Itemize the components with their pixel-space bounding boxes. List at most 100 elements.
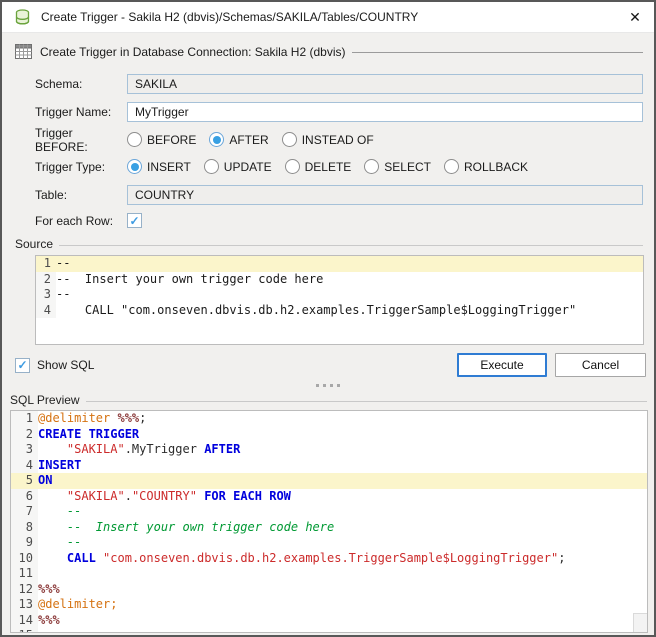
window-title: Create Trigger - Sakila H2 (dbvis)/Schem… [41, 10, 624, 24]
radio-option-update[interactable]: UPDATE [204, 159, 272, 174]
code-text: -- Insert your own trigger code here [56, 272, 643, 288]
radio-option-label: UPDATE [224, 160, 272, 174]
close-icon[interactable]: ✕ [624, 6, 646, 28]
splitter-dot [316, 384, 319, 387]
code-text: -- [56, 256, 643, 272]
show-sql-checkbox[interactable] [15, 358, 30, 373]
line-number: 1 [36, 256, 56, 272]
code-line: 6 "SAKILA"."COUNTRY" FOR EACH ROW [11, 489, 647, 505]
sql-preview-label: SQL Preview [10, 393, 80, 407]
trigger-name-input[interactable]: MyTrigger [127, 102, 643, 122]
code-line: 1@delimiter %%%; [11, 411, 647, 427]
radio-circle-icon [127, 132, 142, 147]
code-line: 2-- Insert your own trigger code here [36, 272, 643, 288]
line-number: 11 [11, 566, 38, 582]
sql-preview-section-header: SQL Preview [10, 393, 647, 407]
code-line: 4 CALL "com.onseven.dbvis.db.h2.examples… [36, 303, 643, 319]
line-number: 15 [11, 628, 38, 633]
code-text: %%% [38, 582, 647, 598]
code-line: 9 -- [11, 535, 647, 551]
code-text: -- [38, 535, 647, 551]
source-editor[interactable]: 1--2-- Insert your own trigger code here… [35, 255, 644, 345]
line-number: 5 [11, 473, 38, 489]
radio-option-label: BEFORE [147, 133, 196, 147]
group-divider-line [352, 52, 643, 53]
show-sql-option[interactable]: Show SQL [15, 358, 94, 373]
code-line: 7 -- [11, 504, 647, 520]
scrollbar-corner[interactable] [633, 613, 647, 632]
radio-option-before[interactable]: BEFORE [127, 132, 196, 147]
trigger-name-label: Trigger Name: [35, 105, 127, 119]
code-line: 5ON [11, 473, 647, 489]
code-text: ON [38, 473, 647, 489]
line-number: 3 [36, 287, 56, 303]
code-text: @delimiter %%%; [38, 411, 647, 427]
line-number: 9 [11, 535, 38, 551]
line-number: 14 [11, 613, 38, 629]
table-label: Table: [35, 188, 127, 202]
table-row: Table: COUNTRY [35, 185, 643, 205]
line-number: 10 [11, 551, 38, 567]
database-icon [14, 9, 32, 26]
code-text [38, 628, 647, 633]
code-line: 3 "SAKILA".MyTrigger AFTER [11, 442, 647, 458]
cancel-button[interactable]: Cancel [555, 353, 646, 377]
connection-group-header: Create Trigger in Database Connection: S… [15, 44, 643, 59]
radio-circle-icon [282, 132, 297, 147]
for-each-row-checkbox[interactable] [127, 213, 142, 228]
table-field: COUNTRY [127, 185, 643, 205]
line-number: 7 [11, 504, 38, 520]
trigger-type-label: Trigger Type: [35, 160, 127, 174]
line-number: 2 [11, 427, 38, 443]
for-each-row-row: For each Row: [35, 213, 643, 228]
radio-circle-icon [209, 132, 224, 147]
source-divider-line [59, 245, 643, 246]
radio-option-label: INSERT [147, 160, 191, 174]
code-line: 12%%% [11, 582, 647, 598]
execute-button[interactable]: Execute [457, 353, 547, 377]
radio-circle-icon [364, 159, 379, 174]
radio-option-label: DELETE [305, 160, 352, 174]
code-line: 3-- [36, 287, 643, 303]
title-bar: Create Trigger - Sakila H2 (dbvis)/Schem… [2, 2, 654, 33]
radio-option-label: SELECT [384, 160, 431, 174]
code-text: CALL "com.onseven.dbvis.db.h2.examples.T… [56, 303, 643, 319]
line-number: 13 [11, 597, 38, 613]
radio-option-insert[interactable]: INSERT [127, 159, 191, 174]
line-number: 6 [11, 489, 38, 505]
code-text: CREATE TRIGGER [38, 427, 647, 443]
line-number: 2 [36, 272, 56, 288]
code-text: -- [38, 504, 647, 520]
trigger-type-radio-group: INSERT UPDATE DELETE SELECT ROLLBACK [127, 159, 541, 174]
sql-preview-editor[interactable]: 1@delimiter %%%;2CREATE TRIGGER3 "SAKILA… [10, 410, 648, 633]
sql-preview-divider-line [86, 401, 647, 402]
radio-option-rollback[interactable]: ROLLBACK [444, 159, 528, 174]
radio-option-delete[interactable]: DELETE [285, 159, 352, 174]
trigger-name-row: Trigger Name: MyTrigger [35, 102, 643, 122]
code-line: 8 -- Insert your own trigger code here [11, 520, 647, 536]
trigger-form: Schema: SAKILA Trigger Name: MyTrigger T… [35, 74, 643, 228]
code-text: "SAKILA"."COUNTRY" FOR EACH ROW [38, 489, 647, 505]
line-number: 4 [11, 458, 38, 474]
table-grid-icon [15, 44, 32, 59]
source-label: Source [15, 237, 53, 251]
source-section-header: Source [15, 237, 643, 251]
code-line: 1-- [36, 256, 643, 272]
schema-field: SAKILA [127, 74, 643, 94]
radio-option-label: INSTEAD OF [302, 133, 374, 147]
schema-label: Schema: [35, 77, 127, 91]
code-text: INSERT [38, 458, 647, 474]
radio-option-label: ROLLBACK [464, 160, 528, 174]
code-line: 10 CALL "com.onseven.dbvis.db.h2.example… [11, 551, 647, 567]
create-trigger-dialog: Create Trigger - Sakila H2 (dbvis)/Schem… [0, 0, 656, 637]
code-text: CALL "com.onseven.dbvis.db.h2.examples.T… [38, 551, 647, 567]
radio-option-select[interactable]: SELECT [364, 159, 431, 174]
radio-option-after[interactable]: AFTER [209, 132, 268, 147]
radio-option-instead-of[interactable]: INSTEAD OF [282, 132, 374, 147]
splitter-handle[interactable] [2, 377, 654, 393]
show-sql-label: Show SQL [37, 358, 94, 372]
code-text: "SAKILA".MyTrigger AFTER [38, 442, 647, 458]
line-number: 1 [11, 411, 38, 427]
trigger-before-label: Trigger BEFORE: [35, 126, 127, 154]
radio-circle-icon [285, 159, 300, 174]
